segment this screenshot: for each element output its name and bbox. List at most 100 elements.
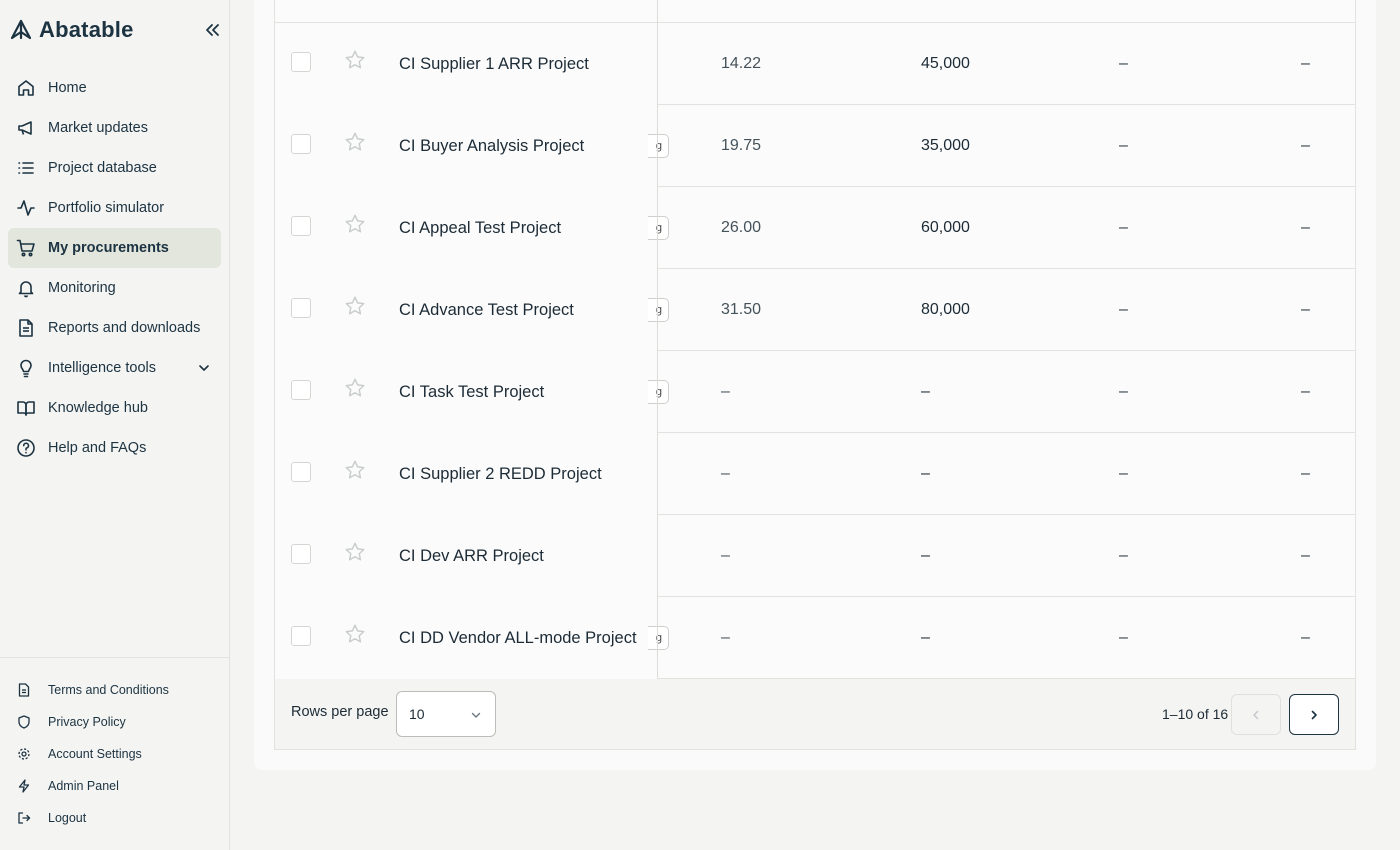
nav-label: Home <box>48 80 87 96</box>
nav-item-monitoring[interactable]: Monitoring <box>8 268 221 308</box>
star-icon[interactable] <box>344 377 366 399</box>
star-icon[interactable] <box>344 49 366 71</box>
previous-page-button[interactable] <box>1231 694 1281 735</box>
footer-item-logout[interactable]: Logout <box>8 802 221 834</box>
nav-item-knowledge-hub[interactable]: Knowledge hub <box>8 388 221 428</box>
cell-col4: – <box>1301 301 1310 318</box>
status-tag-partial: g <box>648 134 669 158</box>
footer-label: Privacy Policy <box>48 715 126 729</box>
table-row[interactable]: CI DD Vendor ALL-mode Project – – – – g <box>275 597 1355 679</box>
shield-icon <box>18 715 30 729</box>
project-name-link[interactable]: CI Supplier 1 ARR Project <box>382 23 657 105</box>
row-checkbox[interactable] <box>291 544 311 564</box>
nav-item-help-and-faqs[interactable]: Help and FAQs <box>8 428 221 468</box>
cell-col3: – <box>1119 219 1128 236</box>
project-name-link[interactable]: CI Advance Test Project <box>382 269 657 351</box>
row-checkbox[interactable] <box>291 380 311 400</box>
table-row[interactable]: CI Supplier 1 ARR Project 14.22 45,000 – – <box>275 23 1355 105</box>
file-text-icon <box>18 683 30 697</box>
cell-col3: – <box>1119 547 1128 564</box>
table-row[interactable]: CI Buyer Analysis Project 19.75 35,000 – – g <box>275 105 1355 187</box>
nav-label: Market updates <box>48 120 148 136</box>
sidebar-divider <box>0 657 229 658</box>
logout-icon <box>18 812 31 824</box>
footer-nav: Terms and Conditions Privacy Policy Acco… <box>8 674 221 834</box>
brand-logo[interactable]: Abatable <box>9 16 134 44</box>
status-tag-partial: g <box>648 298 669 322</box>
footer-item-terms[interactable]: Terms and Conditions <box>8 674 221 706</box>
collapse-sidebar-icon[interactable] <box>202 20 222 40</box>
rows-per-page-value: 10 <box>409 706 425 722</box>
star-icon[interactable] <box>344 541 366 563</box>
footer-item-admin-panel[interactable]: Admin Panel <box>8 770 221 802</box>
table-row[interactable]: CI Supplier 2 REDD Project – – – – <box>275 433 1355 515</box>
status-tag-partial: g <box>648 626 669 650</box>
nav-item-home[interactable]: Home <box>8 68 221 108</box>
cell-col2: – <box>921 547 930 564</box>
nav-label: Knowledge hub <box>48 400 148 416</box>
nav-label: Project database <box>48 160 157 176</box>
help-circle-icon <box>17 439 35 457</box>
row-checkbox[interactable] <box>291 626 311 646</box>
project-name-link[interactable]: CI Supplier 2 REDD Project <box>382 433 657 515</box>
cell-col2: – <box>921 383 930 400</box>
cell-col1: – <box>721 547 730 564</box>
list-icon <box>18 162 34 174</box>
footer-label: Logout <box>48 811 87 825</box>
footer-label: Terms and Conditions <box>48 683 169 697</box>
row-checkbox[interactable] <box>291 134 311 154</box>
nav-item-reports-and-downloads[interactable]: Reports and downloads <box>8 308 221 348</box>
table-row[interactable]: CI Task Test Project – – – – g <box>275 351 1355 433</box>
star-icon[interactable] <box>344 131 366 153</box>
project-name-link[interactable]: CI Task Test Project <box>382 351 657 433</box>
cell-col2: 60,000 <box>921 219 970 236</box>
row-checkbox[interactable] <box>291 462 311 482</box>
nav-label: Monitoring <box>48 280 116 296</box>
cell-col4: – <box>1301 137 1310 154</box>
bell-icon <box>18 281 34 298</box>
cell-col1: – <box>721 629 730 646</box>
footer-label: Admin Panel <box>48 779 119 793</box>
project-name-link[interactable]: CI Dev ARR Project <box>382 515 657 597</box>
pagination-bar: Rows per page 10 1–10 of 16 <box>275 679 1355 749</box>
chevron-down-icon[interactable] <box>197 361 211 375</box>
cell-col4: – <box>1301 547 1310 564</box>
status-tag-partial: g <box>648 380 669 404</box>
cell-col2: – <box>921 629 930 646</box>
pagination-range: 1–10 of 16 <box>1162 706 1229 722</box>
table-row[interactable]: CI Advance Test Project 31.50 80,000 – – g <box>275 269 1355 351</box>
nav-label: Intelligence tools <box>48 360 157 376</box>
table-row[interactable]: CI Dev ARR Project – – – – <box>275 515 1355 597</box>
nav-item-portfolio-simulator[interactable]: Portfolio simulator <box>8 188 221 228</box>
project-name-link[interactable]: CI Buyer Analysis Project <box>382 105 657 187</box>
star-icon[interactable] <box>344 213 366 235</box>
nav-item-intelligence-tools[interactable]: Intelligence tools <box>8 348 221 388</box>
star-icon[interactable] <box>344 623 366 645</box>
footer-label: Account Settings <box>48 747 142 761</box>
cell-col2: 45,000 <box>921 55 970 72</box>
project-name-link[interactable]: CI DD Vendor ALL-mode Project <box>382 597 657 679</box>
project-name-link[interactable]: CI Appeal Test Project <box>382 187 657 269</box>
row-checkbox[interactable] <box>291 216 311 236</box>
cell-col3: – <box>1119 465 1128 482</box>
nav-item-project-database[interactable]: Project database <box>8 148 221 188</box>
status-tag-partial: g <box>648 216 669 240</box>
rows-per-page-select[interactable]: 10 <box>396 691 496 737</box>
row-checkbox[interactable] <box>291 298 311 318</box>
cell-col3: – <box>1119 55 1128 72</box>
cell-col4: – <box>1301 55 1310 72</box>
nav-label: My procurements <box>48 240 169 256</box>
footer-item-privacy-policy[interactable]: Privacy Policy <box>8 706 221 738</box>
lightning-icon <box>18 779 30 793</box>
footer-item-account-settings[interactable]: Account Settings <box>8 738 221 770</box>
nav-item-my-procurements[interactable]: My procurements <box>8 228 221 268</box>
table-row[interactable]: CI Appeal Test Project 26.00 60,000 – – g <box>275 187 1355 269</box>
star-icon[interactable] <box>344 295 366 317</box>
cell-col3: – <box>1119 301 1128 318</box>
star-icon[interactable] <box>344 459 366 481</box>
nav-item-market-updates[interactable]: Market updates <box>8 108 221 148</box>
table-row-partial <box>275 0 1355 23</box>
shopping-cart-icon <box>16 239 35 257</box>
next-page-button[interactable] <box>1289 694 1339 735</box>
row-checkbox[interactable] <box>291 52 311 72</box>
